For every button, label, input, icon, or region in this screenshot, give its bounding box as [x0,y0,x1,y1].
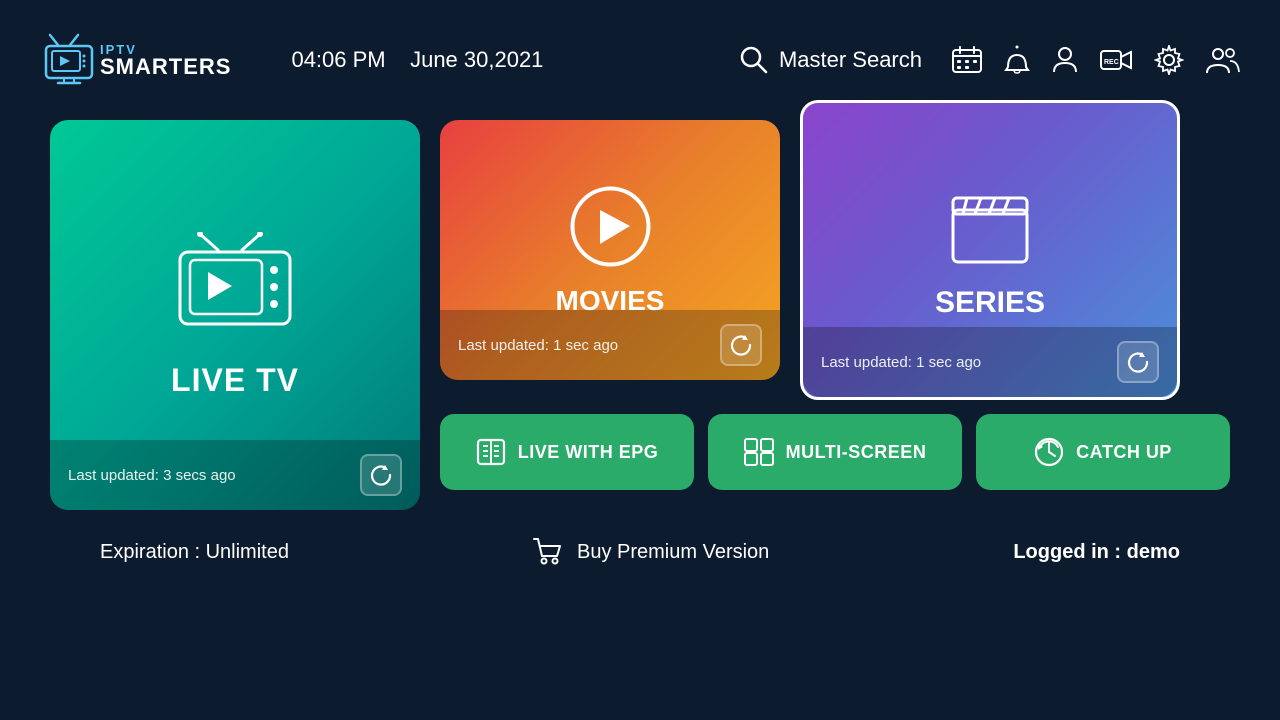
record-icon: REC [1100,47,1132,73]
catch-up-button[interactable]: CATCH UP [976,414,1230,490]
search-label: Master Search [779,47,922,73]
settings-button[interactable] [1154,45,1184,75]
app-logo: IPTV SMARTERS [40,33,231,88]
series-label: SERIES [935,286,1045,320]
top-right-row: MOVIES Last updated: 1 sec ago [440,120,1230,400]
catch-up-label: CATCH UP [1076,442,1172,463]
series-footer: Last updated: 1 sec ago [803,327,1177,397]
series-refresh-button[interactable] [1117,341,1159,383]
movies-play-icon [568,184,653,269]
gear-icon [1154,45,1184,75]
notifications-button[interactable] [1004,45,1030,75]
series-card[interactable]: SERIES Last updated: 1 sec ago [800,100,1180,400]
users-button[interactable] [1206,46,1240,74]
multiscreen-icon [744,438,774,466]
main-content: LIVE TV Last updated: 3 secs ago [0,120,1280,566]
logged-user: demo [1127,541,1180,563]
logo-tv-icon [40,33,100,88]
footer: Expiration : Unlimited Buy Premium Versi… [50,510,1230,566]
users-icon [1206,46,1240,74]
movies-updated: Last updated: 1 sec ago [458,337,618,354]
live-tv-refresh-button[interactable] [360,454,402,496]
movies-footer: Last updated: 1 sec ago [440,310,780,380]
logo-smarters: SMARTERS [100,56,231,78]
refresh-icon [730,334,752,356]
logged-prefix: Logged in : [1013,541,1126,563]
live-tv-icon [170,232,300,342]
cart-icon [533,538,563,566]
logged-in-info: Logged in : demo [1013,541,1180,564]
movies-card[interactable]: MOVIES Last updated: 1 sec ago [440,120,780,380]
multi-screen-button[interactable]: MULTI-SCREEN [708,414,962,490]
buy-premium-button[interactable]: Buy Premium Version [533,538,769,566]
record-button[interactable]: REC [1100,47,1132,73]
series-updated: Last updated: 1 sec ago [821,354,981,371]
search-icon [739,45,769,75]
live-epg-label: LIVE WITH EPG [518,442,659,463]
live-tv-card[interactable]: LIVE TV Last updated: 3 secs ago [50,120,420,510]
multi-screen-label: MULTI-SCREEN [786,442,927,463]
header-time: 04:06 PM [291,47,385,72]
live-tv-label: LIVE TV [171,362,299,399]
buy-premium-label: Buy Premium Version [577,541,769,564]
epg-icon-button[interactable] [952,46,982,74]
live-tv-updated: Last updated: 3 secs ago [68,467,236,484]
master-search-button[interactable]: Master Search [739,45,922,75]
right-column: MOVIES Last updated: 1 sec ago [440,120,1230,490]
header-date: June 30,2021 [410,47,543,72]
movies-refresh-button[interactable] [720,324,762,366]
live-epg-button[interactable]: LIVE WITH EPG [440,414,694,490]
live-tv-footer: Last updated: 3 secs ago [50,440,420,510]
bottom-buttons-row: LIVE WITH EPG MULTI-SCREEN [440,414,1230,490]
logo-text: IPTV SMARTERS [100,43,231,78]
catchup-icon [1034,437,1064,467]
header-icons: REC [952,45,1240,75]
series-icon [945,180,1035,270]
epg-book-icon [476,438,506,466]
user-icon [1052,45,1078,75]
schedule-icon [952,46,982,74]
cards-row: LIVE TV Last updated: 3 secs ago [50,120,1230,510]
header-datetime: 04:06 PM June 30,2021 [291,47,543,73]
refresh-icon [1127,351,1149,373]
svg-text:REC: REC [1104,59,1119,66]
expiry-info: Expiration : Unlimited [100,541,289,564]
refresh-icon [370,464,392,486]
profile-button[interactable] [1052,45,1078,75]
bell-icon [1004,45,1030,75]
